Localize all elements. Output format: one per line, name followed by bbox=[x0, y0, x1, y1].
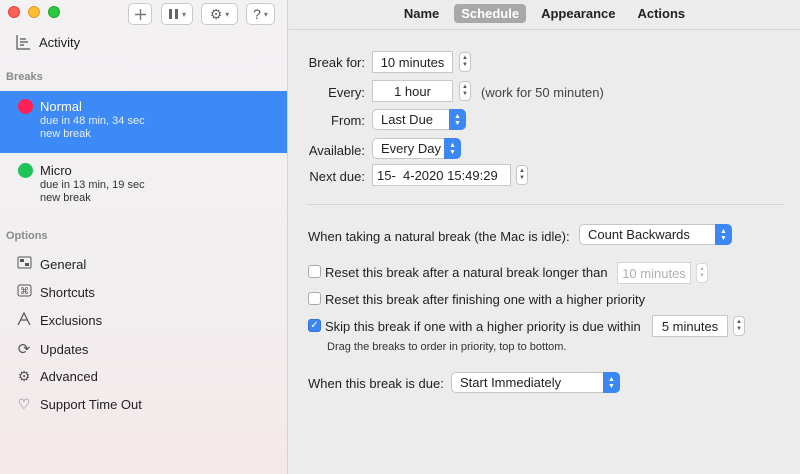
updates-icon: ⟳ bbox=[17, 341, 31, 358]
skip-stepper[interactable]: ▲ ▼ bbox=[733, 316, 745, 336]
natural-break-label: When taking a natural break (the Mac is … bbox=[308, 229, 570, 244]
every-note: (work for 50 minuten) bbox=[481, 85, 604, 100]
pause-icon bbox=[168, 9, 178, 19]
pause-menu-button[interactable]: ▾ bbox=[161, 3, 193, 25]
help-icon: ? bbox=[253, 6, 261, 22]
sidebar-item-label: Shortcuts bbox=[40, 284, 95, 300]
zoom-window-button[interactable] bbox=[48, 6, 60, 18]
when-due-label: When this break is due: bbox=[308, 376, 444, 391]
break-color-dot bbox=[18, 163, 33, 178]
sidebar-item-activity[interactable]: Activity bbox=[15, 34, 80, 50]
break-for-stepper[interactable]: ▲ ▼ bbox=[459, 52, 471, 72]
drag-note: Drag the breaks to order in priority, to… bbox=[327, 341, 567, 353]
reset-natural-checkbox[interactable] bbox=[308, 265, 321, 278]
sidebar: ▾ ⚙ ▾ ? ▾ Activity Breaks Normal due in … bbox=[0, 0, 288, 474]
when-due-popup[interactable]: Start Immediately ▲ ▼ bbox=[451, 372, 620, 393]
natural-break-popup[interactable]: Count Backwards ▲ ▼ bbox=[579, 224, 732, 245]
window-controls bbox=[8, 6, 60, 18]
when-due-popup-value: Start Immediately bbox=[460, 375, 562, 390]
skip-label: Skip this break if one with a higher pri… bbox=[325, 319, 641, 334]
gear-menu-button[interactable]: ⚙ ▾ bbox=[201, 3, 238, 25]
sidebar-item-updates[interactable]: ⟳ Updates bbox=[16, 340, 89, 358]
reset-natural-stepper[interactable]: ▲ ▼ bbox=[696, 263, 708, 283]
help-menu-button[interactable]: ? ▾ bbox=[246, 3, 275, 25]
break-item-micro[interactable]: Micro due in 13 min, 19 sec new break bbox=[0, 155, 287, 217]
section-divider bbox=[307, 204, 785, 205]
minimize-window-button[interactable] bbox=[28, 6, 40, 18]
reset-higher-label: Reset this break after finishing one wit… bbox=[325, 292, 646, 307]
break-color-dot bbox=[18, 99, 33, 114]
break-name: Normal bbox=[40, 99, 82, 114]
chevron-down-icon: ▾ bbox=[225, 9, 230, 19]
breaks-section-header: Breaks bbox=[6, 71, 43, 83]
tab-bar: Name Schedule Appearance Actions bbox=[289, 4, 800, 23]
available-popup-value: Every Day bbox=[381, 141, 441, 156]
activity-icon bbox=[16, 35, 30, 50]
break-item-normal[interactable]: Normal due in 48 min, 34 sec new break bbox=[0, 91, 287, 153]
general-icon bbox=[16, 256, 32, 272]
break-due: due in 48 min, 34 sec bbox=[40, 115, 145, 127]
schedule-panel: Break for: 10 minutes ▲ ▼ Every: 1 hour ▲… bbox=[289, 29, 800, 474]
svg-text:⌘: ⌘ bbox=[20, 287, 29, 297]
break-kind: new break bbox=[40, 192, 91, 204]
sidebar-item-advanced[interactable]: ⚙ Advanced bbox=[16, 368, 98, 385]
heart-icon: ♡ bbox=[17, 396, 31, 412]
popup-arrows-icon: ▲ ▼ bbox=[444, 138, 461, 159]
plus-icon bbox=[134, 8, 146, 20]
exclusions-icon bbox=[16, 311, 32, 329]
break-for-label: Break for: bbox=[308, 55, 365, 70]
tab-name[interactable]: Name bbox=[397, 4, 446, 23]
available-popup[interactable]: Every Day ▲ ▼ bbox=[372, 138, 461, 159]
reset-natural-label: Reset this break after a natural break l… bbox=[325, 265, 608, 280]
reset-higher-checkbox[interactable] bbox=[308, 292, 321, 305]
next-due-field[interactable]: 15- 4-2020 15:49:29 bbox=[372, 164, 511, 186]
popup-arrows-icon: ▲ ▼ bbox=[715, 224, 732, 245]
break-due: due in 13 min, 19 sec bbox=[40, 179, 145, 191]
popup-arrows-icon: ▲ ▼ bbox=[449, 109, 466, 130]
sidebar-item-label: Exclusions bbox=[40, 313, 103, 328]
checkmark-icon: ✓ bbox=[310, 320, 319, 331]
close-window-button[interactable] bbox=[8, 6, 20, 18]
popup-arrows-icon: ▲ ▼ bbox=[603, 372, 620, 393]
sidebar-item-shortcuts[interactable]: ⌘ Shortcuts bbox=[16, 284, 95, 300]
from-popup-value: Last Due bbox=[381, 112, 434, 127]
skip-field[interactable]: 5 minutes bbox=[652, 315, 728, 337]
reset-natural-field[interactable]: 10 minutes bbox=[617, 262, 691, 284]
every-label: Every: bbox=[328, 85, 365, 100]
add-break-button[interactable] bbox=[128, 3, 152, 25]
sidebar-item-label: Activity bbox=[39, 34, 81, 50]
sidebar-item-label: Advanced bbox=[40, 369, 98, 384]
options-section-header: Options bbox=[6, 230, 48, 242]
every-stepper[interactable]: ▲ ▼ bbox=[459, 81, 471, 101]
sidebar-item-support[interactable]: ♡ Support Time Out bbox=[16, 396, 142, 413]
next-due-label: Next due: bbox=[309, 169, 365, 184]
chevron-down-icon: ▾ bbox=[263, 9, 268, 19]
available-label: Available: bbox=[308, 143, 365, 158]
from-label: From: bbox=[331, 113, 365, 128]
break-kind: new break bbox=[40, 128, 91, 140]
tab-appearance[interactable]: Appearance bbox=[534, 4, 622, 23]
break-name: Micro bbox=[40, 163, 72, 178]
from-popup[interactable]: Last Due ▲ ▼ bbox=[372, 109, 466, 130]
sidebar-item-label: Updates bbox=[40, 341, 89, 357]
shortcuts-icon: ⌘ bbox=[16, 284, 32, 300]
break-for-field[interactable]: 10 minutes bbox=[372, 51, 453, 73]
advanced-gear-icon: ⚙ bbox=[17, 368, 31, 384]
sidebar-item-exclusions[interactable]: Exclusions bbox=[16, 311, 103, 329]
skip-checkbox[interactable]: ✓ bbox=[308, 319, 321, 332]
next-due-stepper[interactable]: ▲ ▼ bbox=[516, 165, 528, 185]
chevron-down-icon: ▾ bbox=[181, 9, 186, 19]
sidebar-item-general[interactable]: General bbox=[16, 256, 86, 272]
tab-schedule[interactable]: Schedule bbox=[454, 4, 527, 23]
sidebar-item-label: General bbox=[40, 256, 87, 272]
natural-break-popup-value: Count Backwards bbox=[588, 227, 690, 242]
every-field[interactable]: 1 hour bbox=[372, 80, 453, 102]
main-pane: Name Schedule Appearance Actions Break f… bbox=[289, 0, 800, 474]
tab-actions[interactable]: Actions bbox=[630, 4, 692, 23]
sidebar-item-label: Support Time Out bbox=[40, 397, 142, 412]
gear-icon: ⚙ bbox=[209, 5, 223, 22]
